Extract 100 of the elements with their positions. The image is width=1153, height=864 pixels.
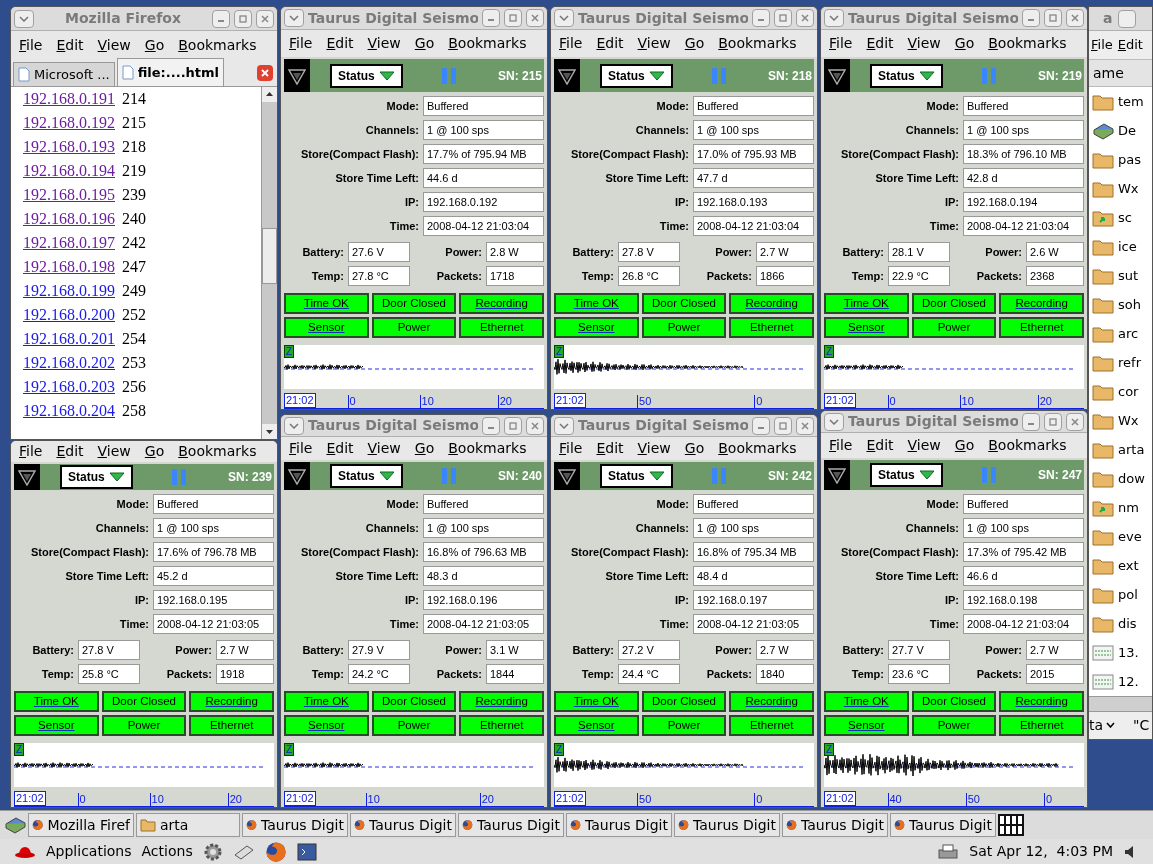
ip-link[interactable]: 192.168.0.203	[23, 375, 115, 399]
minimize-button[interactable]	[212, 9, 230, 28]
maximize-button[interactable]	[504, 416, 522, 435]
menu-item[interactable]: File	[1091, 35, 1113, 55]
menu-item[interactable]: File	[829, 33, 853, 55]
close-tab-button[interactable]	[257, 65, 273, 81]
panel-menu[interactable]: Actions	[141, 841, 193, 862]
close-button[interactable]	[1066, 9, 1084, 28]
maximize-button[interactable]	[774, 416, 792, 435]
menu-item[interactable]: Bookmarks	[718, 33, 797, 55]
status-dropdown[interactable]: Status	[330, 63, 403, 88]
menu-item[interactable]: Edit	[596, 33, 624, 55]
maximize-button[interactable]	[774, 9, 792, 28]
file-row[interactable]: arta	[1089, 435, 1152, 464]
ip-link[interactable]: 192.168.0.204	[23, 399, 115, 423]
taskbar-button[interactable]: Taurus Digit	[782, 813, 888, 837]
window-menu-button[interactable]	[554, 416, 574, 435]
browser-tab[interactable]: Microsoft ...	[13, 62, 115, 86]
browser-icon[interactable]	[264, 840, 287, 863]
scrollbar[interactable]	[261, 87, 277, 439]
scrollbar[interactable]	[1089, 696, 1152, 712]
maximize-button[interactable]	[504, 9, 522, 28]
file-row[interactable]: cor	[1089, 377, 1152, 406]
window-menu-button[interactable]	[554, 9, 574, 28]
taskbar-button[interactable]: Taurus Digit	[890, 813, 996, 837]
menu-item[interactable]: Go	[684, 438, 705, 459]
ip-link[interactable]: 192.168.0.194	[23, 159, 115, 183]
close-button[interactable]	[526, 9, 544, 28]
path-dropdown[interactable]: ta	[1089, 714, 1116, 736]
file-row[interactable]: Wx	[1089, 406, 1152, 435]
window-menu-button[interactable]	[824, 412, 844, 431]
window-menu-button[interactable]	[14, 9, 34, 28]
scroll-down-icon[interactable]	[262, 424, 277, 439]
file-row[interactable]: dow	[1089, 464, 1152, 493]
taskbar-button[interactable]: Taurus Digit	[674, 813, 780, 837]
status-dropdown[interactable]: Status	[330, 464, 403, 488]
ip-link[interactable]: 192.168.0.200	[23, 303, 115, 327]
file-row[interactable]: Wx	[1089, 174, 1152, 203]
show-desktop-icon[interactable]	[4, 816, 26, 834]
minimize-button[interactable]	[482, 9, 500, 28]
menu-item[interactable]: Bookmarks	[178, 34, 257, 56]
menu-item[interactable]: View	[97, 441, 131, 463]
file-row[interactable]: sc	[1089, 203, 1152, 232]
menu-item[interactable]: File	[19, 441, 43, 463]
minimize-button[interactable]	[1022, 9, 1040, 28]
ip-link[interactable]: 192.168.0.198	[23, 255, 115, 279]
close-button[interactable]	[796, 416, 814, 435]
status-dropdown[interactable]: Status	[600, 63, 673, 88]
file-row[interactable]: pol	[1089, 580, 1152, 609]
menu-item[interactable]: View	[907, 33, 941, 55]
menu-item[interactable]: Bookmarks	[448, 438, 527, 459]
gear-icon[interactable]	[202, 841, 223, 862]
file-row[interactable]: refr	[1089, 348, 1152, 377]
ip-link[interactable]: 192.168.0.196	[23, 207, 115, 231]
ip-link[interactable]: 192.168.0.193	[23, 135, 115, 159]
maximize-button[interactable]	[1044, 9, 1062, 28]
close-button[interactable]	[526, 416, 544, 435]
minimize-button[interactable]	[752, 9, 770, 28]
minimize-button[interactable]	[482, 416, 500, 435]
column-header[interactable]: ame	[1089, 59, 1152, 87]
ip-link[interactable]: 192.168.0.199	[23, 279, 115, 303]
menu-item[interactable]: Bookmarks	[718, 438, 797, 459]
ip-link[interactable]: 192.168.0.202	[23, 351, 115, 375]
ip-link[interactable]: 192.168.0.201	[23, 327, 115, 351]
status-dropdown[interactable]: Status	[870, 63, 943, 88]
menu-item[interactable]: View	[637, 33, 671, 55]
hat-icon[interactable]	[14, 844, 36, 859]
close-button[interactable]	[796, 9, 814, 28]
file-row[interactable]: ice	[1089, 232, 1152, 261]
menu-item[interactable]: Go	[414, 438, 435, 459]
taskbar-button[interactable]: Taurus Digit	[242, 813, 348, 837]
file-row[interactable]: dis	[1089, 609, 1152, 638]
menu-item[interactable]: Edit	[326, 438, 354, 459]
status-dropdown[interactable]: Status	[870, 462, 943, 487]
file-row[interactable]: soh	[1089, 290, 1152, 319]
menu-item[interactable]: Go	[684, 33, 705, 55]
menu-item[interactable]: View	[637, 438, 671, 459]
ip-link[interactable]: 192.168.0.195	[23, 183, 115, 207]
ip-link[interactable]: 192.168.0.191	[23, 87, 115, 111]
browser-tab[interactable]: file:....html	[116, 58, 225, 86]
menu-item[interactable]: Edit	[866, 33, 894, 55]
window-menu-button[interactable]	[824, 9, 844, 28]
taskbar-button[interactable]: arta	[136, 813, 240, 837]
taskbar-button[interactable]: Taurus Digit	[566, 813, 672, 837]
menu-item[interactable]: Edit	[56, 34, 84, 56]
workspace-switcher-icon[interactable]	[998, 814, 1024, 836]
menu-item[interactable]: Edit	[1117, 35, 1143, 55]
menu-item[interactable]: File	[559, 438, 583, 459]
menu-item[interactable]: Go	[144, 441, 165, 463]
menu-item[interactable]: Bookmarks	[178, 441, 257, 463]
minimize-button[interactable]	[1022, 412, 1040, 431]
menu-item[interactable]: Edit	[596, 438, 624, 459]
taskbar-button[interactable]: Taurus Digit	[350, 813, 456, 837]
menu-item[interactable]: Go	[954, 434, 975, 456]
menu-item[interactable]: File	[289, 33, 313, 55]
ip-link[interactable]: 192.168.0.197	[23, 231, 115, 255]
clock[interactable]: Sat Apr 12, 4:03 PM	[969, 841, 1113, 862]
menu-item[interactable]: Bookmarks	[988, 33, 1067, 55]
file-row[interactable]: ext	[1089, 551, 1152, 580]
menu-item[interactable]: Bookmarks	[988, 434, 1067, 456]
